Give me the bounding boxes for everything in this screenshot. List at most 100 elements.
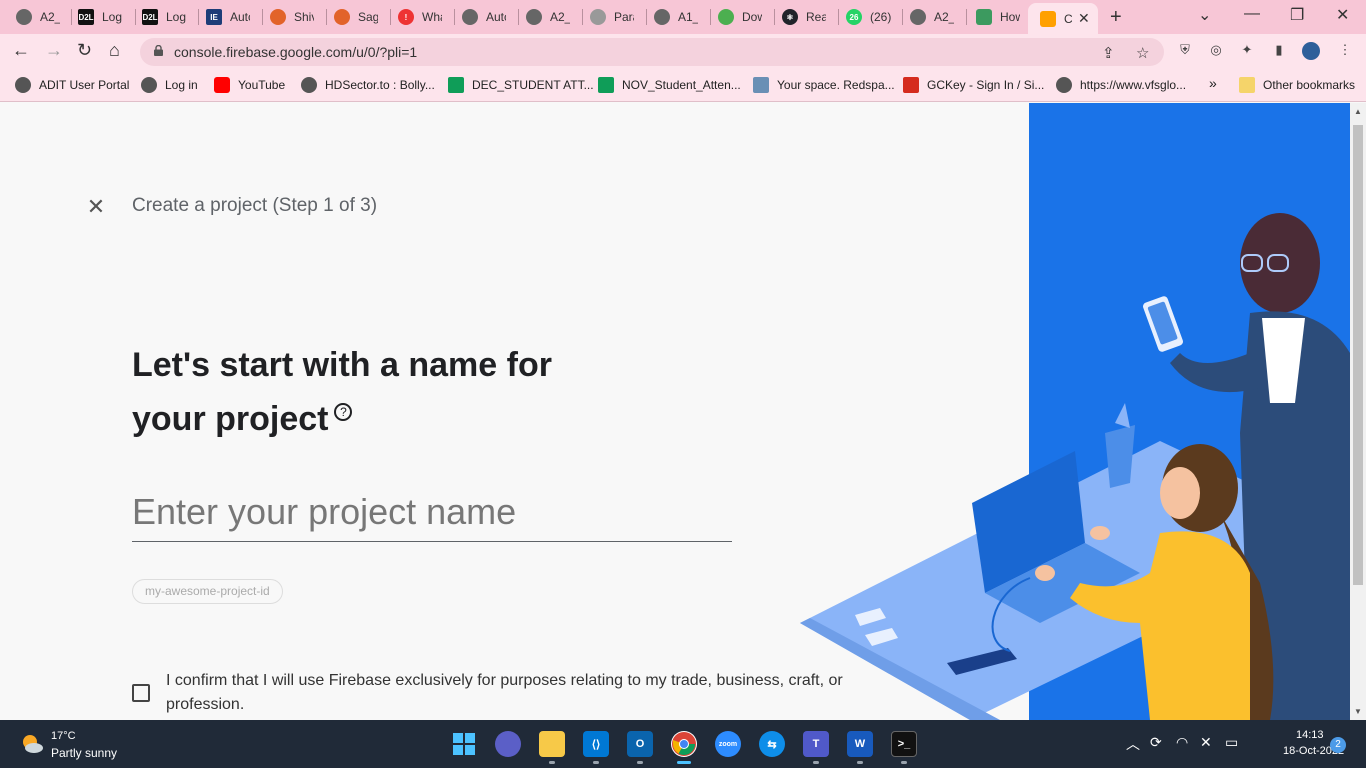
bookmark-item[interactable]: Your space. Redspa... — [753, 77, 895, 93]
more-bookmarks-button[interactable]: » — [1209, 75, 1217, 91]
help-icon[interactable]: ? — [334, 403, 353, 421]
youtube-icon — [214, 77, 230, 93]
scroll-thumb[interactable] — [1353, 125, 1363, 585]
close-tab-icon[interactable]: ✕ — [1078, 10, 1090, 27]
tab-9[interactable]: A2_S — [512, 4, 570, 30]
scroll-up-icon[interactable]: ▲ — [1354, 107, 1362, 116]
firebase-create-project-page: ✕ Create a project (Step 1 of 3) Let's s… — [0, 103, 1366, 720]
scroll-down-icon[interactable]: ▼ — [1354, 707, 1362, 716]
windows-taskbar: 17°C Partly sunny ⟨⟩ O zoom ⇆ T W >_ ︿ ⟳… — [0, 720, 1366, 768]
page-scrollbar[interactable]: ▲ ▼ — [1350, 103, 1366, 720]
alert-icon: ! — [398, 9, 414, 25]
forward-button[interactable]: → — [45, 40, 63, 61]
extension-icon[interactable]: ◎ — [1207, 42, 1225, 60]
tab-1[interactable]: A2_F — [2, 4, 60, 30]
bookmarks-bar: ADIT User Portal Log in YouTube HDSector… — [0, 70, 1366, 102]
show-hidden-icons-icon[interactable]: ︿ — [1126, 734, 1140, 754]
weather-description[interactable]: Partly sunny — [51, 746, 117, 760]
tab-16[interactable]: How — [962, 4, 1020, 30]
confirm-checkbox[interactable] — [132, 684, 150, 702]
running-indicator — [549, 761, 555, 764]
vscode-icon[interactable]: ⟨⟩ — [583, 731, 609, 757]
tab-5[interactable]: Shiv — [256, 4, 314, 30]
back-button[interactable]: ← — [12, 40, 30, 61]
bookmark-item[interactable]: DEC_STUDENT ATT... — [448, 77, 594, 93]
share-icon[interactable]: ⇪ — [1102, 44, 1115, 62]
side-panel-icon[interactable]: ▮ — [1270, 42, 1288, 60]
teams-icon[interactable]: T — [803, 731, 829, 757]
profile-avatar[interactable] — [1302, 42, 1320, 60]
zoom-icon[interactable]: zoom — [715, 731, 741, 757]
tab-4[interactable]: IEAutc — [192, 4, 250, 30]
confirm-label: I confirm that I will use Firebase exclu… — [166, 672, 843, 713]
d2l-icon: D2L — [78, 9, 94, 25]
tab-11[interactable]: A1_E — [640, 4, 698, 30]
running-indicator — [901, 761, 907, 764]
folder-icon — [1239, 77, 1255, 93]
shield-extension-icon[interactable]: ⛨ — [1176, 42, 1194, 60]
bookmark-item[interactable]: YouTube — [214, 77, 285, 93]
sync-icon[interactable]: ⟳ — [1150, 734, 1162, 751]
tab-14[interactable]: 26 (26) — [832, 4, 898, 30]
bookmark-item[interactable]: HDSector.to : Bolly... — [301, 77, 435, 93]
clock-time[interactable]: 14:13 — [1296, 729, 1324, 741]
close-icon[interactable]: ✕ — [86, 196, 106, 218]
tab-firebase-active[interactable]: C ✕ — [1028, 3, 1098, 34]
tab-13[interactable]: ⚛Reac — [768, 4, 826, 30]
close-window-button[interactable]: ✕ — [1336, 5, 1349, 25]
chrome-taskbar-icon[interactable] — [671, 731, 697, 757]
project-id-chip[interactable]: my-awesome-project-id — [132, 579, 283, 604]
ieee-icon: IE — [206, 9, 222, 25]
bookmark-item[interactable]: Log in — [141, 77, 198, 93]
outlook-icon[interactable]: O — [627, 731, 653, 757]
tab-15[interactable]: A2_F — [896, 4, 954, 30]
puzzle-extensions-icon[interactable]: ✦ — [1238, 42, 1256, 60]
terminal-icon[interactable]: >_ — [891, 731, 917, 757]
chrome-icon — [526, 9, 542, 25]
running-indicator — [813, 761, 819, 764]
tab-2[interactable]: D2LLogi — [64, 4, 122, 30]
wifi-icon[interactable]: ◠ — [1176, 734, 1188, 751]
chat-app-icon[interactable] — [495, 731, 521, 757]
bookmark-item[interactable]: GCKey - Sign In / Si... — [903, 77, 1044, 93]
reload-button[interactable]: ↻ — [77, 40, 92, 61]
bookmark-item[interactable]: https://www.vfsglo... — [1056, 77, 1186, 93]
word-icon[interactable]: W — [847, 731, 873, 757]
partly-sunny-icon[interactable] — [20, 732, 44, 756]
menu-icon[interactable]: ⋮ — [1336, 42, 1354, 60]
url-text: console.firebase.google.com/u/0/?pli=1 — [174, 44, 418, 60]
home-button[interactable]: ⌂ — [109, 40, 120, 61]
running-indicator — [593, 761, 599, 764]
project-name-input[interactable] — [132, 486, 732, 542]
address-bar[interactable]: console.firebase.google.com/u/0/?pli=1 ⇪… — [140, 38, 1164, 66]
new-tab-button[interactable]: + — [1110, 6, 1122, 29]
document-icon — [976, 9, 992, 25]
bookmark-item[interactable]: NOV_Student_Atten... — [598, 77, 741, 93]
weather-temperature[interactable]: 17°C — [51, 730, 76, 742]
tab-12[interactable]: Dow — [704, 4, 762, 30]
tab-3[interactable]: D2LLogi — [128, 4, 186, 30]
battery-icon[interactable]: ▭ — [1225, 734, 1238, 751]
bookmark-item[interactable]: ADIT User Portal — [15, 77, 129, 93]
quill-icon — [590, 9, 606, 25]
volume-muted-icon[interactable]: ✕ — [1200, 734, 1212, 751]
chrome-icon — [910, 9, 926, 25]
tab-10[interactable]: Para — [576, 4, 634, 30]
windows-start-icon[interactable] — [451, 731, 477, 757]
tab-8[interactable]: Autc — [448, 4, 506, 30]
firebase-icon — [1040, 10, 1056, 27]
tab-6[interactable]: Saga — [320, 4, 378, 30]
other-bookmarks[interactable]: Other bookmarks — [1239, 77, 1355, 93]
running-indicator — [637, 761, 643, 764]
bookmark-star-icon[interactable]: ☆ — [1136, 44, 1149, 62]
project-illustration — [800, 103, 1366, 720]
file-explorer-icon[interactable] — [539, 731, 565, 757]
notification-badge[interactable]: 2 — [1330, 737, 1346, 753]
browser-toolbar: ← → ↻ ⌂ console.firebase.google.com/u/0/… — [0, 34, 1366, 70]
minimize-button[interactable]: — — [1244, 5, 1260, 23]
tab-7[interactable]: !Wha — [384, 4, 442, 30]
restore-button[interactable]: ❐ — [1290, 5, 1304, 25]
tab-search-icon[interactable]: ⌄ — [1198, 5, 1211, 25]
gitlab-icon — [270, 9, 286, 25]
teamviewer-icon[interactable]: ⇆ — [759, 731, 785, 757]
